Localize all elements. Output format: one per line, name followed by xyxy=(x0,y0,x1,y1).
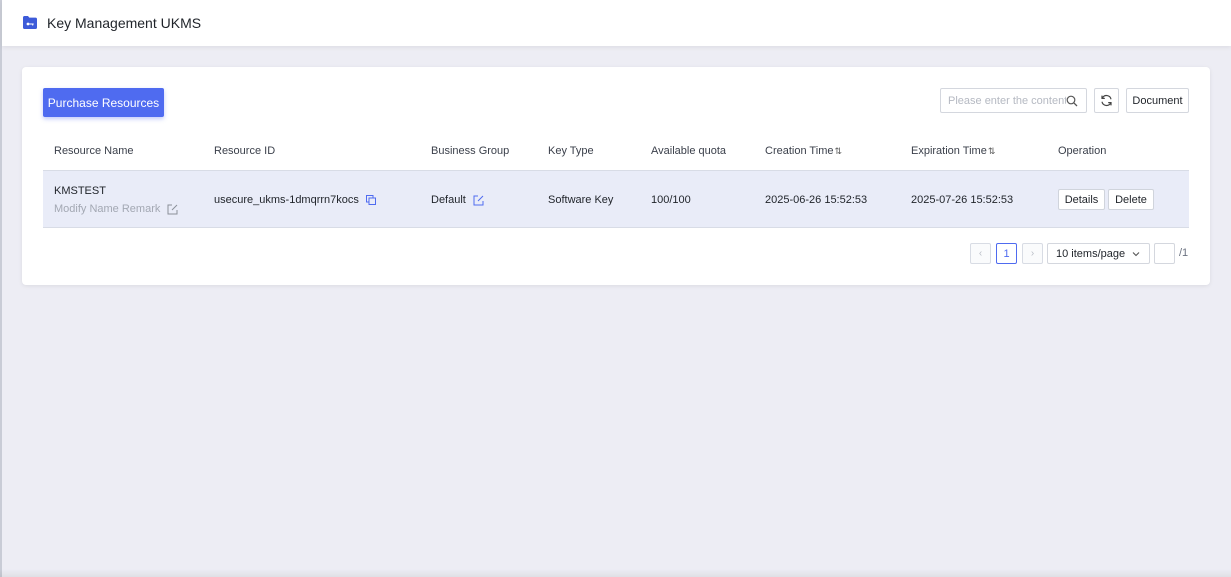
delete-button[interactable]: Delete xyxy=(1108,189,1154,210)
resource-id: usecure_ukms-1dmqrrn7kocs xyxy=(214,194,359,206)
page-size-value: 10 items/page xyxy=(1056,247,1126,260)
column-header-key-type: Key Type xyxy=(548,145,594,157)
copy-icon[interactable] xyxy=(365,195,376,206)
edit-icon[interactable] xyxy=(167,204,178,215)
column-header-available-quota: Available quota xyxy=(651,145,727,157)
page-number-current[interactable]: 1 xyxy=(996,243,1017,264)
refresh-icon xyxy=(1101,94,1112,107)
modify-name-remark-link[interactable]: Modify Name Remark xyxy=(54,202,178,216)
resource-id-cell: usecure_ukms-1dmqrrn7kocs xyxy=(214,193,376,207)
bottom-shadow xyxy=(0,569,1231,577)
available-quota: 100/100 xyxy=(651,194,691,206)
page-title: Key Management UKMS xyxy=(47,15,202,31)
refresh-button[interactable] xyxy=(1094,88,1119,113)
column-header-expiration-time[interactable]: Expiration Time⇅ xyxy=(911,144,995,158)
next-page-button[interactable]: › xyxy=(1022,243,1043,264)
top-header: Key Management UKMS xyxy=(2,0,1231,46)
search-icon[interactable] xyxy=(1066,95,1078,107)
left-edge-divider xyxy=(0,0,2,577)
column-header-expiration-time-label: Expiration Time xyxy=(911,145,987,157)
column-header-resource-name: Resource Name xyxy=(54,145,134,157)
business-group: Default xyxy=(431,194,466,206)
table-row: KMSTEST Modify Name Remark usecure_ukms-… xyxy=(43,170,1189,228)
creation-time: 2025-06-26 15:52:53 xyxy=(765,194,868,206)
page-total: /1 xyxy=(1179,247,1189,259)
column-header-resource-id: Resource ID xyxy=(214,145,276,157)
page-size-select[interactable]: 10 items/page xyxy=(1047,243,1150,264)
chevron-down-icon xyxy=(1132,252,1140,257)
prev-page-button[interactable]: ‹ xyxy=(970,243,991,264)
edit-icon[interactable] xyxy=(473,195,484,206)
resource-card: Purchase Resources Document Resource Nam… xyxy=(22,67,1210,285)
modify-name-remark-label: Modify Name Remark xyxy=(54,203,161,215)
search-box xyxy=(940,88,1087,113)
document-button[interactable]: Document xyxy=(1126,88,1189,113)
column-header-creation-time[interactable]: Creation Time⇅ xyxy=(765,144,842,158)
sort-icon[interactable]: ⇅ xyxy=(834,144,842,158)
folder-key-icon xyxy=(23,16,37,29)
app-root: Key Management UKMS Purchase Resources D… xyxy=(0,0,1231,577)
search-input[interactable] xyxy=(948,94,1066,107)
column-header-operation: Operation xyxy=(1058,145,1107,157)
purchase-resources-button[interactable]: Purchase Resources xyxy=(43,88,164,117)
column-header-creation-time-label: Creation Time xyxy=(765,145,834,157)
sort-icon[interactable]: ⇅ xyxy=(988,144,996,158)
column-header-business-group: Business Group xyxy=(431,145,510,157)
resource-name: KMSTEST xyxy=(54,185,106,197)
page-jump-input[interactable] xyxy=(1154,243,1175,264)
business-group-cell: Default xyxy=(431,193,484,207)
expiration-time: 2025-07-26 15:52:53 xyxy=(911,194,1014,206)
key-type: Software Key xyxy=(548,194,614,206)
details-button[interactable]: Details xyxy=(1058,189,1105,210)
